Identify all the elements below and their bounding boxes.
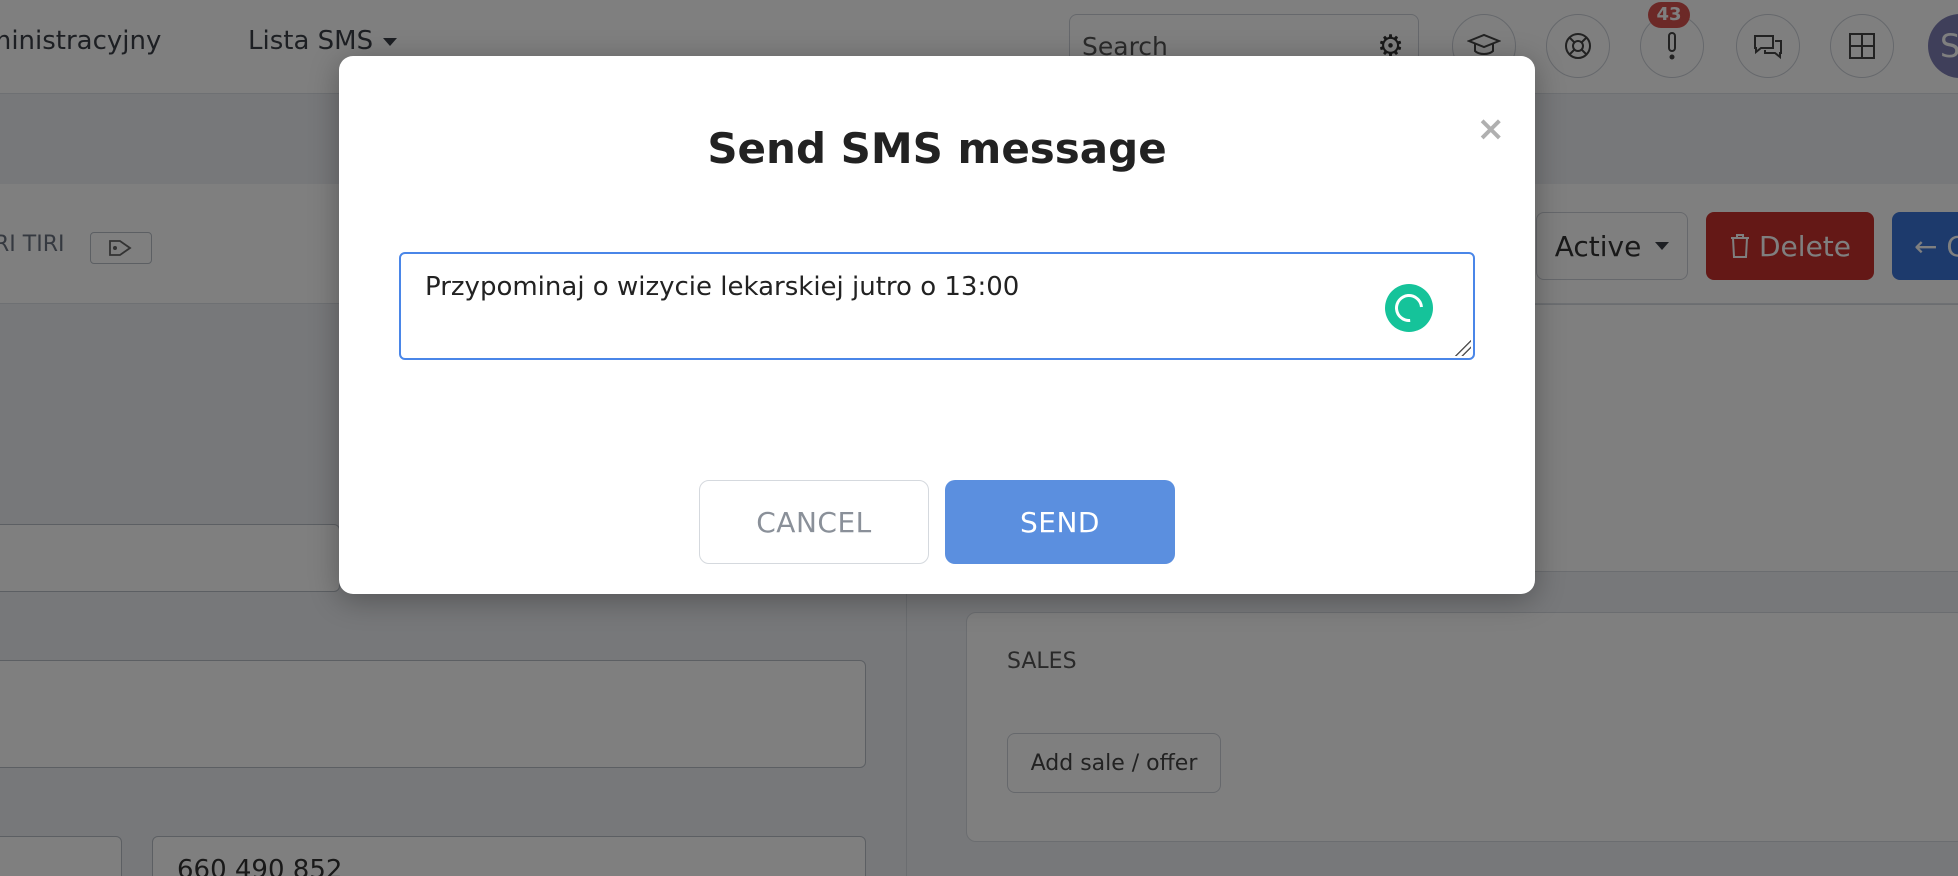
modal-title: Send SMS message (707, 124, 1167, 173)
close-icon[interactable]: × (1477, 112, 1506, 146)
grammar-check-icon[interactable] (1385, 284, 1433, 332)
send-sms-modal: Send SMS message × Przypominaj o wizycie… (339, 56, 1535, 594)
message-field: Przypominaj o wizycie lekarskiej jutro o… (399, 252, 1475, 360)
send-button[interactable]: SEND (945, 480, 1175, 564)
cancel-button[interactable]: CANCEL (699, 480, 929, 564)
message-textarea[interactable]: Przypominaj o wizycie lekarskiej jutro o… (401, 254, 1473, 358)
resize-handle[interactable] (1455, 340, 1471, 356)
